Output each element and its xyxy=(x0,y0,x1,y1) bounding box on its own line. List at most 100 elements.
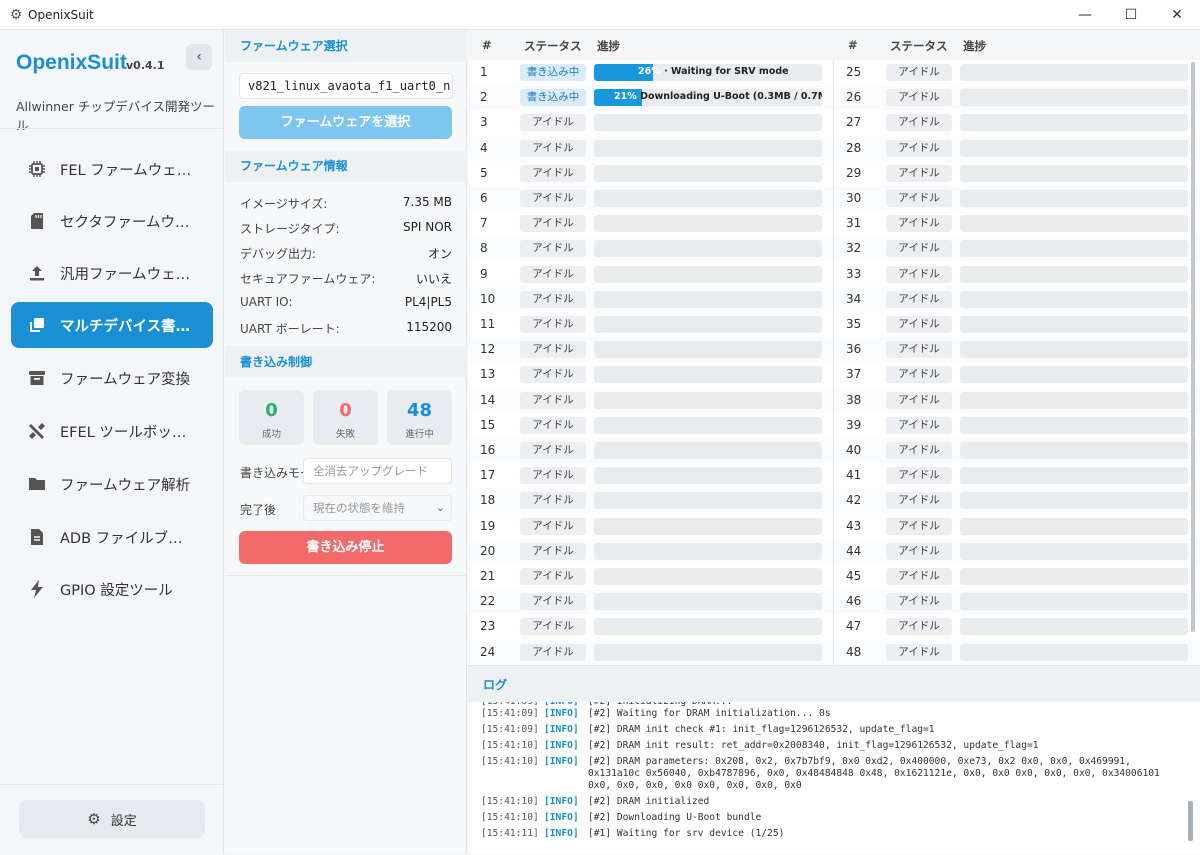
log-message: [#2] DRAM initialized xyxy=(588,796,710,807)
device-status-badge: アイドル xyxy=(886,265,952,283)
device-status-badge: 書き込み中 xyxy=(520,89,586,107)
nav-label: EFEL ツールボックス xyxy=(60,424,194,441)
after-complete-label: 完了後 xyxy=(240,503,277,517)
nav-efel-toolbox[interactable]: EFEL ツールボックス xyxy=(11,408,213,454)
device-row: 18 アイドル xyxy=(468,488,834,514)
nav-label: FEL ファームウェア書き込み xyxy=(60,162,194,179)
device-row: 13 アイドル xyxy=(468,362,834,388)
device-progress-bar xyxy=(960,139,1188,157)
device-progress-bar xyxy=(594,240,822,258)
device-progress-bar xyxy=(960,542,1188,560)
log-time: [15:41:09] xyxy=(481,708,539,719)
device-row: 30 アイドル xyxy=(834,186,1200,211)
sidebar: OpenixSuit v0.4.1 ‹ Allwinner チップデバイス開発ツ… xyxy=(0,30,224,854)
gear-icon: ⚙ xyxy=(87,810,101,828)
device-status-badge: アイドル xyxy=(520,114,586,132)
info-value: オン xyxy=(427,247,452,261)
info-value: SPI NOR xyxy=(403,220,452,234)
device-progress-bar xyxy=(594,492,822,510)
device-status-badge: アイドル xyxy=(520,568,586,585)
device-number: 25 xyxy=(846,65,862,79)
device-number: 8 xyxy=(480,241,488,256)
nav-firmware-analyze[interactable]: ファームウェア解析 xyxy=(11,461,213,507)
device-progress-bar xyxy=(594,341,822,359)
device-row: 24 アイドル xyxy=(468,639,834,665)
nav-multi-device-flash[interactable]: マルチデバイス書き込み xyxy=(11,302,213,348)
device-status-badge: アイドル xyxy=(886,215,952,233)
info-key: デバッグ出力: xyxy=(240,247,317,261)
settings-label: 設定 xyxy=(110,813,137,829)
progress-percent: 21% xyxy=(614,91,637,103)
device-status-badge: アイドル xyxy=(520,265,586,283)
device-status-badge: 書き込み中 xyxy=(520,64,586,81)
panel-divider xyxy=(225,575,467,576)
firmware-file-field[interactable]: v821_linux_avaota_f1_uart0_n... xyxy=(239,73,453,99)
nav-generic-flash[interactable]: 汎用ファームウェア書き込み xyxy=(11,250,213,296)
log-time: [15:41:10] xyxy=(481,796,539,807)
log-time: [15:41:09] xyxy=(481,724,539,735)
after-complete-row: 完了後 現在の状態を維持 ⌄ xyxy=(240,495,452,521)
log-time: [15:41:10] xyxy=(481,740,539,751)
minimize-button[interactable]: — xyxy=(1062,0,1108,30)
device-row: 28 アイドル xyxy=(834,135,1200,161)
flash-mode-select[interactable]: 全消去アップグレード xyxy=(303,458,452,484)
after-complete-select[interactable]: 現在の状態を維持 ⌄ xyxy=(303,495,452,521)
folder-icon xyxy=(27,474,47,494)
device-number: 43 xyxy=(846,518,862,533)
device-row: 35 アイドル xyxy=(834,312,1200,337)
info-value: PL4|PL5 xyxy=(404,295,452,309)
device-progress-bar xyxy=(960,442,1188,459)
col-num-header: # xyxy=(848,38,858,52)
grid-scrollbar[interactable] xyxy=(1191,62,1195,632)
log-scrollbar[interactable] xyxy=(1188,801,1193,841)
device-progress-bar xyxy=(594,316,822,333)
device-row: 4 アイドル xyxy=(468,135,834,161)
nav-fel-flash[interactable]: FEL ファームウェア書き込み xyxy=(11,146,213,192)
nav-gpio-config[interactable]: GPIO 設定ツール xyxy=(11,566,213,612)
settings-button[interactable]: ⚙ 設定 xyxy=(19,800,205,838)
device-status-badge: アイドル xyxy=(886,164,952,182)
device-progress-bar xyxy=(960,517,1188,535)
stop-flash-button[interactable]: 書き込み停止 xyxy=(239,531,452,564)
device-row: 43 アイドル xyxy=(834,513,1200,539)
device-status-badge: アイドル xyxy=(520,215,586,233)
version-label: v0.4.1 xyxy=(126,59,165,72)
log-message: [#2] DRAM parameters: 0x208, 0x2, 0x7b7b… xyxy=(588,756,1166,791)
failure-count: 0 xyxy=(339,400,352,421)
nav-firmware-convert[interactable]: ファームウェア変換 xyxy=(11,355,213,401)
device-progress-bar xyxy=(960,643,1188,661)
firmware-select-heading: ファームウェア選択 xyxy=(225,30,467,62)
device-number: 2 xyxy=(480,90,488,105)
device-row: 27 アイドル xyxy=(834,110,1200,136)
device-row: 39 アイドル xyxy=(834,412,1200,438)
device-number: 44 xyxy=(846,543,862,558)
device-status-badge: アイドル xyxy=(886,341,952,359)
log-level: [INFO] xyxy=(544,756,579,767)
select-firmware-button[interactable]: ファームウェアを選択 xyxy=(239,106,452,139)
device-row: 33 アイドル xyxy=(834,261,1200,287)
nav-sector-flash[interactable]: セクタファームウェア書き込み xyxy=(11,198,213,244)
file-icon xyxy=(27,527,47,547)
info-key: ストレージタイプ: xyxy=(240,222,340,236)
close-button[interactable]: ✕ xyxy=(1154,0,1200,30)
device-progress-bar xyxy=(594,568,822,585)
device-row: 34 アイドル xyxy=(834,286,1200,312)
device-number: 5 xyxy=(480,165,488,180)
device-row: 23 アイドル xyxy=(468,614,834,640)
col-progress-header: 進捗 xyxy=(597,39,620,53)
log-message: [#2] Waiting for DRAM initialization... … xyxy=(588,708,831,719)
maximize-button[interactable]: ☐ xyxy=(1108,0,1154,30)
device-number: 48 xyxy=(846,644,862,659)
nav-adb-file-browser[interactable]: ADB ファイルブラウザ xyxy=(11,514,213,560)
device-row: 25 アイドル xyxy=(834,60,1200,85)
col-status-header: ステータス xyxy=(524,39,582,53)
device-status-badge: アイドル xyxy=(886,114,952,132)
device-progress-bar xyxy=(594,366,822,384)
device-progress-bar xyxy=(960,316,1188,333)
device-row: 14 アイドル xyxy=(468,387,834,413)
collapse-sidebar-button[interactable]: ‹ xyxy=(186,44,212,70)
col-progress-header: 進捗 xyxy=(963,39,986,53)
info-row: UART ボーレート: 115200 xyxy=(240,320,452,340)
device-progress-bar xyxy=(594,215,822,233)
device-status-badge: アイドル xyxy=(520,643,586,661)
